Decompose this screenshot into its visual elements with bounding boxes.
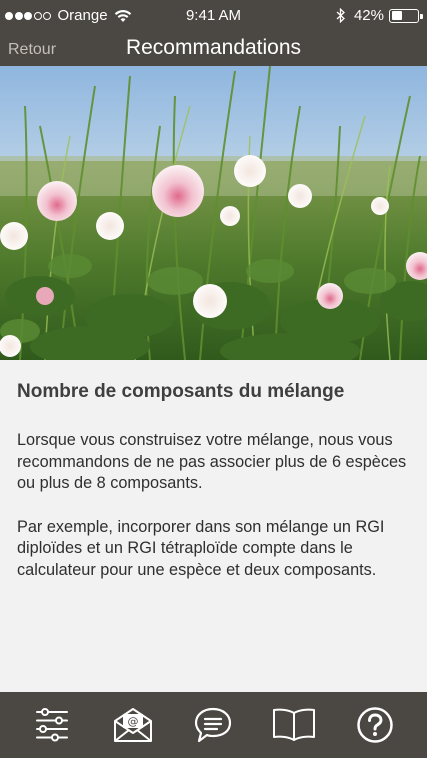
svg-text:@: @ <box>127 715 138 728</box>
meadow-photo <box>0 66 427 360</box>
sliders-icon <box>36 708 69 742</box>
status-right: 42% <box>336 7 423 24</box>
status-bar: Orange 9:41 AM 42% <box>0 0 427 32</box>
tab-bar: @ <box>0 692 427 758</box>
navigation-bar: Retour Recommandations <box>0 32 427 66</box>
chat-icon <box>195 707 232 743</box>
mail-icon: @ <box>113 708 152 742</box>
paragraph-example: Par exemple, incorporer dans son mélange… <box>17 517 385 579</box>
tab-guide[interactable] <box>264 700 324 750</box>
section-title: Nombre de composants du mélange <box>17 381 345 402</box>
tab-contact[interactable]: @ <box>103 700 163 750</box>
battery-level <box>391 11 402 20</box>
tab-settings[interactable] <box>22 700 82 750</box>
paragraph-recommendation: Lorsque vous construisez votre mélange, … <box>17 431 407 492</box>
tab-help[interactable] <box>345 700 405 750</box>
app-screen: Orange 9:41 AM 42% Retour Recommandation… <box>0 0 427 758</box>
book-icon <box>273 708 316 741</box>
battery-icon <box>389 8 423 23</box>
tab-messages[interactable] <box>183 700 243 750</box>
battery-percent: 42% <box>353 7 384 24</box>
content-section: Nombre de composants du mélange Lorsque … <box>17 380 412 603</box>
bluetooth-icon <box>336 8 345 23</box>
help-icon <box>356 707 393 743</box>
page-title: Recommandations <box>125 36 302 59</box>
